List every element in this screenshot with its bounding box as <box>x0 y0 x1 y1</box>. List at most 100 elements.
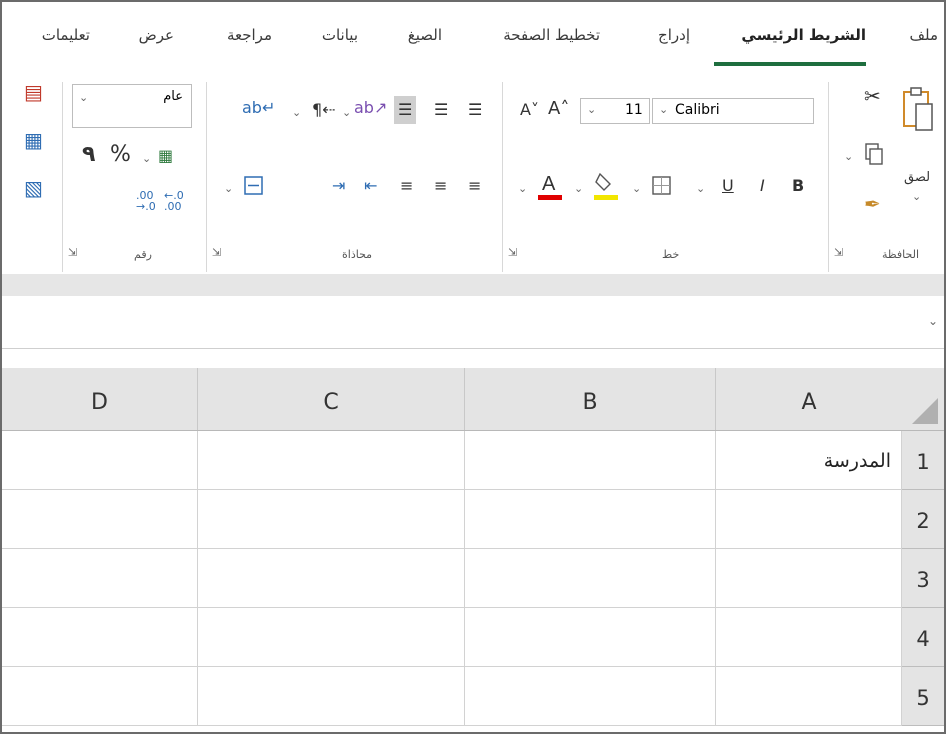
decrease-decimal-icon[interactable]: .00 →.0 <box>136 190 156 212</box>
tab-data[interactable]: بيانات <box>322 26 358 44</box>
text-direction-icon[interactable]: ¶⇠ <box>312 102 336 118</box>
text-direction-chevron[interactable]: ⌄ <box>292 106 301 119</box>
underline-chevron[interactable]: ⌄ <box>696 182 705 195</box>
clipboard-dialog-launcher[interactable]: ⇲ <box>834 246 843 259</box>
table-row: 3 <box>2 549 944 608</box>
font-color-icon[interactable]: A <box>536 168 564 202</box>
row-header-1[interactable]: 1 <box>902 431 944 490</box>
number-format-chevron: ⌄ <box>79 91 89 104</box>
align-center-icon[interactable]: ≡ <box>434 178 447 194</box>
cell-C3[interactable] <box>198 549 465 607</box>
tab-view[interactable]: عرض <box>139 26 174 44</box>
column-header-A[interactable]: A <box>716 368 903 430</box>
alignment-group-label: محاذاة <box>342 248 373 261</box>
cut-icon[interactable]: ✂ <box>864 86 881 106</box>
format-as-table-icon[interactable]: ▦ <box>24 130 43 150</box>
font-name-select[interactable]: Calibri ⌄ <box>652 98 814 124</box>
cell-A2[interactable] <box>716 490 902 548</box>
cell-D2[interactable] <box>2 490 198 548</box>
conditional-formatting-icon[interactable]: ▤ <box>24 82 43 102</box>
cell-C2[interactable] <box>198 490 465 548</box>
cell-D3[interactable] <box>2 549 198 607</box>
borders-chevron[interactable]: ⌄ <box>632 182 641 195</box>
ribbon-tabs: ملف الشريط الرئيسي إدراج تخطيط الصفحة ال… <box>2 2 944 66</box>
orientation-chevron[interactable]: ⌄ <box>342 106 351 119</box>
align-middle-icon[interactable]: ☰ <box>434 102 448 118</box>
align-left-icon[interactable]: ≡ <box>468 178 481 194</box>
italic-icon[interactable]: I <box>760 178 765 194</box>
align-top-icon[interactable]: ☰ <box>468 102 482 118</box>
cell-D5[interactable] <box>2 667 198 725</box>
cell-C5[interactable] <box>198 667 465 725</box>
wrap-text-icon[interactable]: ab↵ <box>242 100 275 116</box>
format-painter-icon[interactable]: ✒ <box>864 194 881 214</box>
increase-font-size-icon[interactable]: A˄ <box>548 100 569 118</box>
cell-D1[interactable] <box>2 431 198 489</box>
expand-formula-bar-chevron[interactable]: ⌄ <box>928 314 938 328</box>
cell-B5[interactable] <box>465 667 716 725</box>
cell-B1[interactable] <box>465 431 716 489</box>
separator <box>206 82 207 272</box>
font-size-select[interactable]: 11 ⌄ <box>580 98 650 124</box>
tab-help[interactable]: تعليمات <box>42 26 90 44</box>
number-format-value: عام <box>163 89 183 104</box>
worksheet-grid: A B C D المدرسة 1 2 3 4 5 <box>2 368 944 732</box>
alignment-dialog-launcher[interactable]: ⇲ <box>212 246 221 259</box>
fill-color-chevron[interactable]: ⌄ <box>574 182 583 195</box>
increase-indent-icon[interactable]: ⇥ <box>332 178 345 194</box>
tab-insert[interactable]: إدراج <box>658 26 690 44</box>
font-color-chevron[interactable]: ⌄ <box>518 182 527 195</box>
orientation-icon[interactable]: ab↗ <box>354 100 387 116</box>
tab-formulas[interactable]: الصيغ <box>408 26 442 44</box>
table-row: 2 <box>2 490 944 549</box>
accounting-format-icon[interactable]: ▦ <box>158 148 173 164</box>
underline-icon[interactable]: U <box>722 178 734 194</box>
paste-icon[interactable] <box>900 86 936 134</box>
cell-D4[interactable] <box>2 608 198 666</box>
borders-icon[interactable] <box>650 174 674 198</box>
number-format-select[interactable]: عام ⌄ <box>72 84 192 128</box>
merge-center-icon[interactable] <box>242 174 266 198</box>
copy-icon[interactable] <box>860 142 886 166</box>
column-header-B[interactable]: B <box>465 368 716 430</box>
percent-style-icon[interactable]: % <box>110 144 131 166</box>
cell-styles-icon[interactable]: ▧ <box>24 178 43 198</box>
select-all-button[interactable] <box>902 368 944 430</box>
tab-home[interactable]: الشريط الرئيسي <box>741 26 866 44</box>
decrease-indent-icon[interactable]: ⇤ <box>364 178 377 194</box>
cell-A1[interactable]: المدرسة <box>716 431 902 489</box>
row-header-4[interactable]: 4 <box>902 608 944 667</box>
row-header-2[interactable]: 2 <box>902 490 944 549</box>
tab-file[interactable]: ملف <box>909 26 938 44</box>
number-dialog-launcher[interactable]: ⇲ <box>68 246 77 259</box>
column-headers: A B C D <box>2 368 944 431</box>
row-header-3[interactable]: 3 <box>902 549 944 608</box>
cell-A4[interactable] <box>716 608 902 666</box>
increase-decimal-icon[interactable]: ←.0.00 <box>164 190 184 212</box>
cell-C4[interactable] <box>198 608 465 666</box>
align-bottom-icon[interactable]: ☰ <box>394 96 417 124</box>
font-dialog-launcher[interactable]: ⇲ <box>508 246 517 259</box>
column-header-C[interactable]: C <box>198 368 465 430</box>
cell-B2[interactable] <box>465 490 716 548</box>
paste-label: لصق <box>904 170 931 185</box>
tab-page-layout[interactable]: تخطيط الصفحة <box>503 26 600 44</box>
copy-dropdown-chevron[interactable]: ⌄ <box>844 150 853 163</box>
row-header-5[interactable]: 5 <box>902 667 944 726</box>
bold-icon[interactable]: B <box>792 178 804 194</box>
fill-color-icon[interactable] <box>592 168 620 202</box>
align-right-icon[interactable]: ≡ <box>400 178 413 194</box>
merge-center-chevron[interactable]: ⌄ <box>224 182 233 195</box>
cell-C1[interactable] <box>198 431 465 489</box>
column-header-D[interactable]: D <box>2 368 198 430</box>
cell-B3[interactable] <box>465 549 716 607</box>
tab-review[interactable]: مراجعة <box>227 26 272 44</box>
accounting-chevron[interactable]: ⌄ <box>142 152 151 165</box>
formula-bar[interactable]: ⌄ <box>2 296 944 349</box>
cell-A5[interactable] <box>716 667 902 725</box>
cell-A3[interactable] <box>716 549 902 607</box>
cell-B4[interactable] <box>465 608 716 666</box>
comma-style-icon[interactable]: ٩ <box>82 144 95 166</box>
paste-dropdown-chevron[interactable]: ⌄ <box>912 190 921 203</box>
decrease-font-size-icon[interactable]: A˅ <box>520 102 539 118</box>
